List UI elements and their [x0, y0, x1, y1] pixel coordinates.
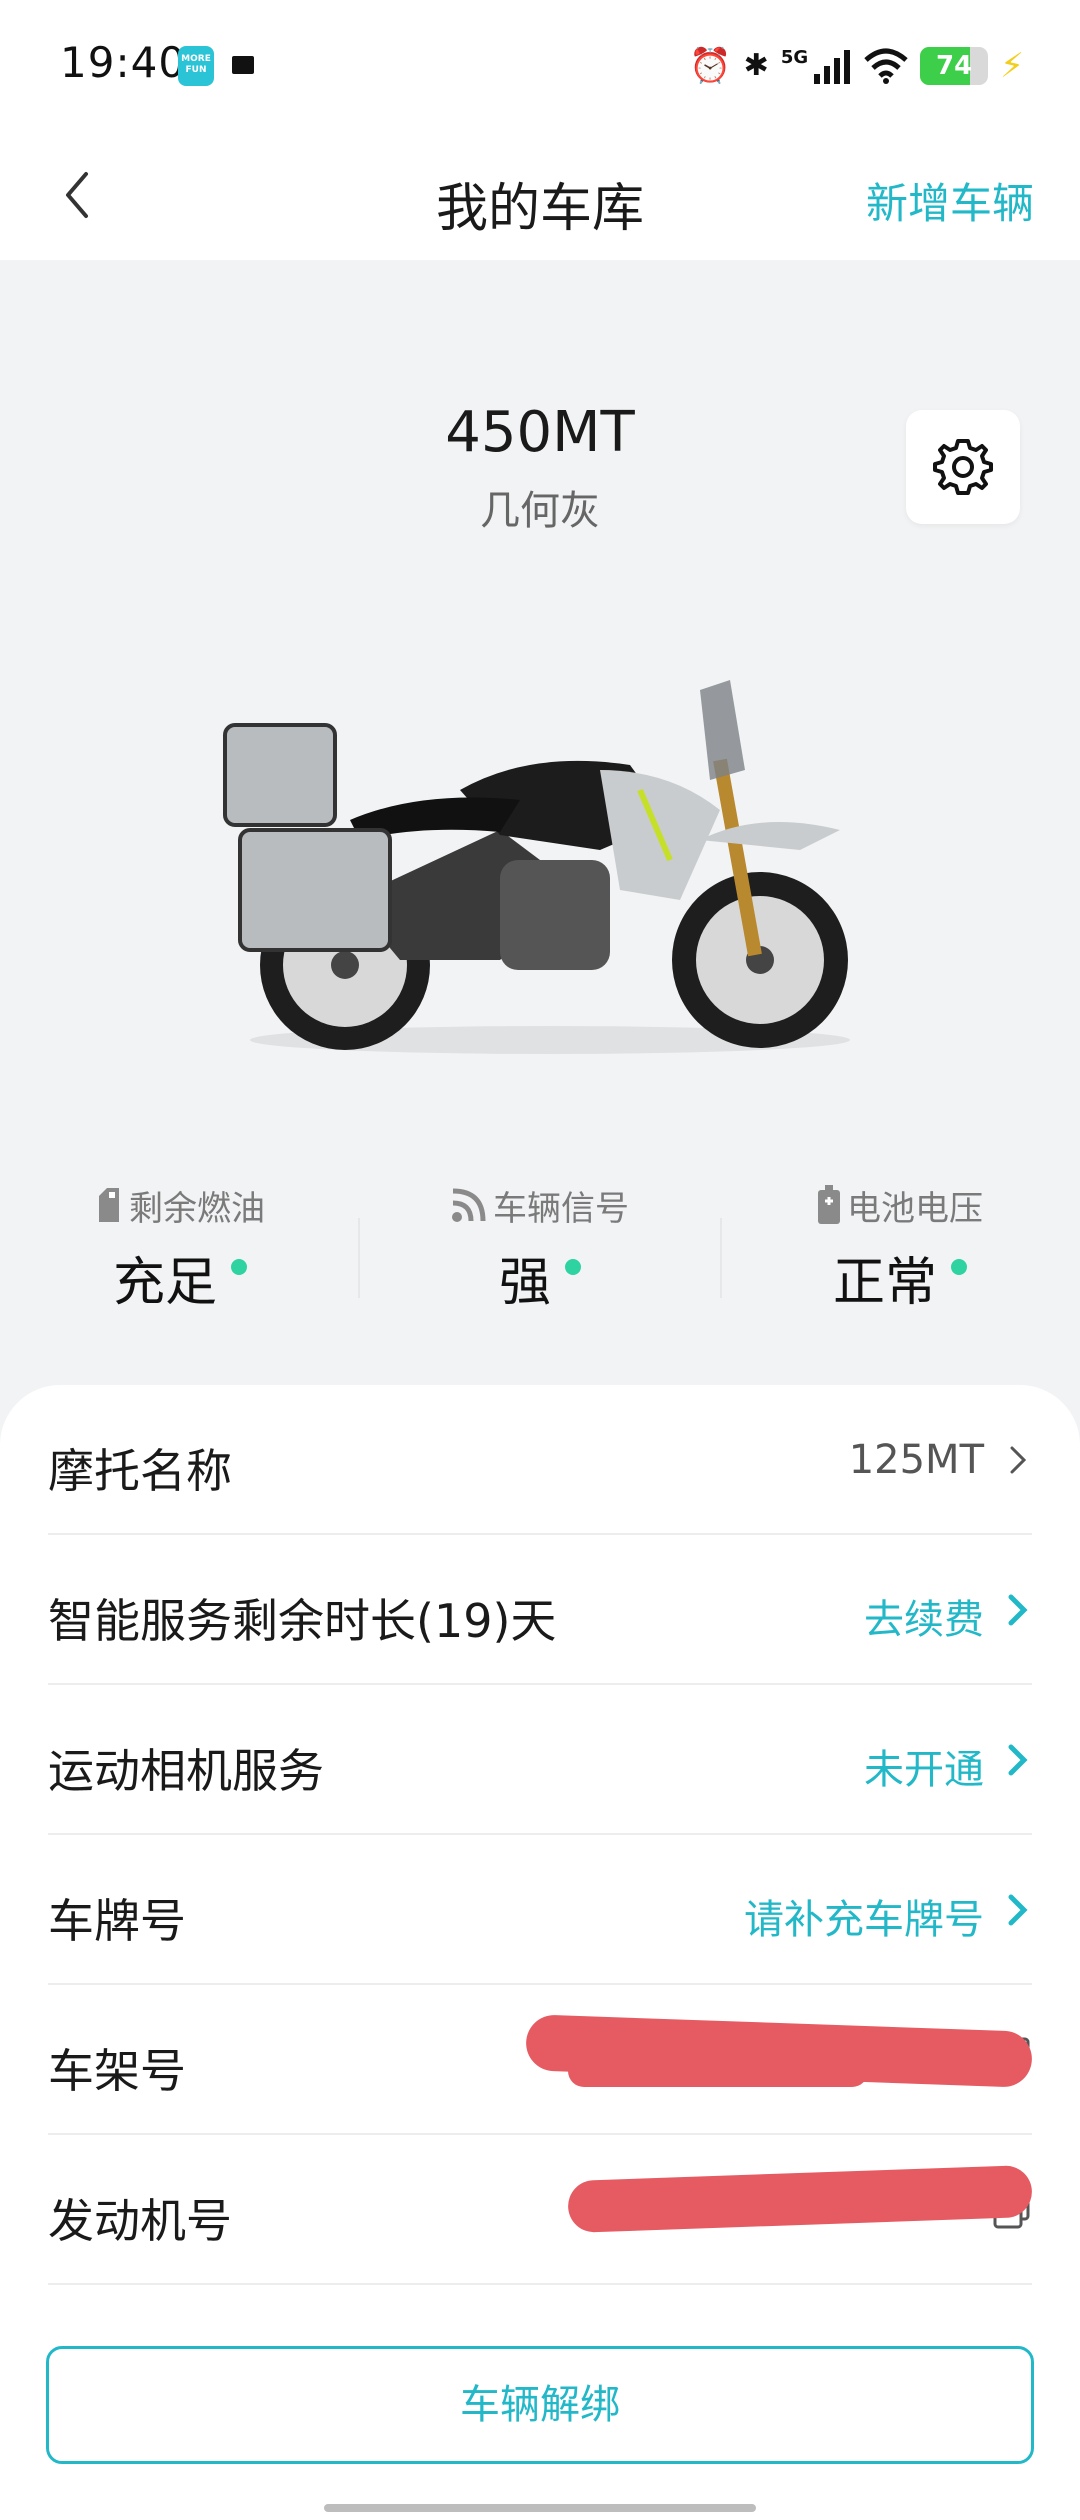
- chevron-right-icon: [1008, 1894, 1028, 1926]
- add-vehicle-button[interactable]: 新增车辆: [866, 170, 1034, 231]
- redaction-mark: [567, 2164, 1033, 2234]
- stat-fuel-value: 充足: [112, 1253, 217, 1313]
- wifi-icon: [864, 48, 908, 84]
- add-plate-link[interactable]: 请补充车牌号: [744, 1887, 984, 1945]
- row-plate[interactable]: 车牌号 请补充车牌号: [48, 1835, 1032, 1985]
- row-smart-service[interactable]: 智能服务剩余时长(19)天 去续费: [48, 1535, 1032, 1685]
- signal-icon: [814, 50, 851, 84]
- status-dot: [951, 1258, 967, 1275]
- battery-icon: 74: [920, 47, 989, 85]
- row-frame-number: 车架号: [48, 1985, 1033, 2135]
- nav-bar: 我的车库 新增车辆: [0, 130, 1080, 260]
- stat-battery: 电池电压 正常: [720, 1180, 1080, 1315]
- chevron-right-icon: [1010, 1446, 1027, 1474]
- stat-battery-label: 电池电压: [847, 1188, 983, 1229]
- chevron-right-icon: [1008, 1744, 1028, 1776]
- row-moto-name-label: 摩托名称: [48, 1444, 232, 1498]
- more-fun-app-icon: MORE FUN: [178, 46, 214, 86]
- row-moto-name[interactable]: 摩托名称 125MT: [48, 1385, 1032, 1535]
- renew-link[interactable]: 去续费: [864, 1587, 984, 1645]
- charging-icon: ⚡: [1000, 46, 1024, 86]
- status-dot: [231, 1258, 247, 1275]
- network-type-label: 5G: [780, 47, 809, 68]
- vehicle-settings-button[interactable]: [906, 410, 1020, 524]
- redaction-mark: [568, 2055, 868, 2087]
- alarm-icon: ⏰: [689, 46, 732, 86]
- status-time: 19:40: [60, 38, 187, 87]
- fuel-icon: [99, 1188, 119, 1222]
- stat-signal: 车辆信号 强: [360, 1180, 720, 1315]
- stat-fuel: 剩余燃油 充足: [0, 1180, 360, 1315]
- status-dot: [565, 1258, 581, 1275]
- status-icons: ⏰ ✱ 5G 74 ⚡: [689, 44, 1024, 88]
- notification-icon: [232, 56, 254, 74]
- row-engine-number: 发动机号: [48, 2135, 1033, 2285]
- row-camera-service-label: 运动相机服务: [48, 1744, 324, 1798]
- stat-battery-value: 正常: [832, 1253, 937, 1313]
- signal-rss-icon: [452, 1188, 486, 1222]
- row-engine-label: 发动机号: [48, 2194, 232, 2248]
- row-plate-label: 车牌号: [48, 1894, 186, 1948]
- unbind-vehicle-button[interactable]: 车辆解绑: [46, 2346, 1034, 2464]
- bluetooth-icon: ✱: [743, 48, 769, 83]
- battery-level-text: 74: [936, 51, 973, 81]
- chevron-right-icon: [1008, 1594, 1028, 1626]
- status-bar: 19:40 MORE FUN ⏰ ✱ 5G 74 ⚡: [0, 0, 1080, 130]
- stat-fuel-label: 剩余燃油: [129, 1188, 265, 1229]
- battery-voltage-icon: [818, 1185, 840, 1224]
- row-frame-label: 车架号: [48, 2044, 186, 2098]
- row-moto-name-value: 125MT: [848, 1437, 984, 1483]
- row-camera-service[interactable]: 运动相机服务 未开通: [48, 1685, 1032, 1835]
- stat-signal-label: 车辆信号: [493, 1188, 629, 1229]
- motorcycle-image: [223, 680, 850, 1054]
- camera-service-status[interactable]: 未开通: [864, 1737, 984, 1795]
- row-smart-service-label: 智能服务剩余时长(19)天: [48, 1594, 557, 1648]
- stat-signal-value: 强: [498, 1253, 551, 1313]
- home-indicator: [324, 2504, 756, 2512]
- gear-icon: [933, 439, 993, 495]
